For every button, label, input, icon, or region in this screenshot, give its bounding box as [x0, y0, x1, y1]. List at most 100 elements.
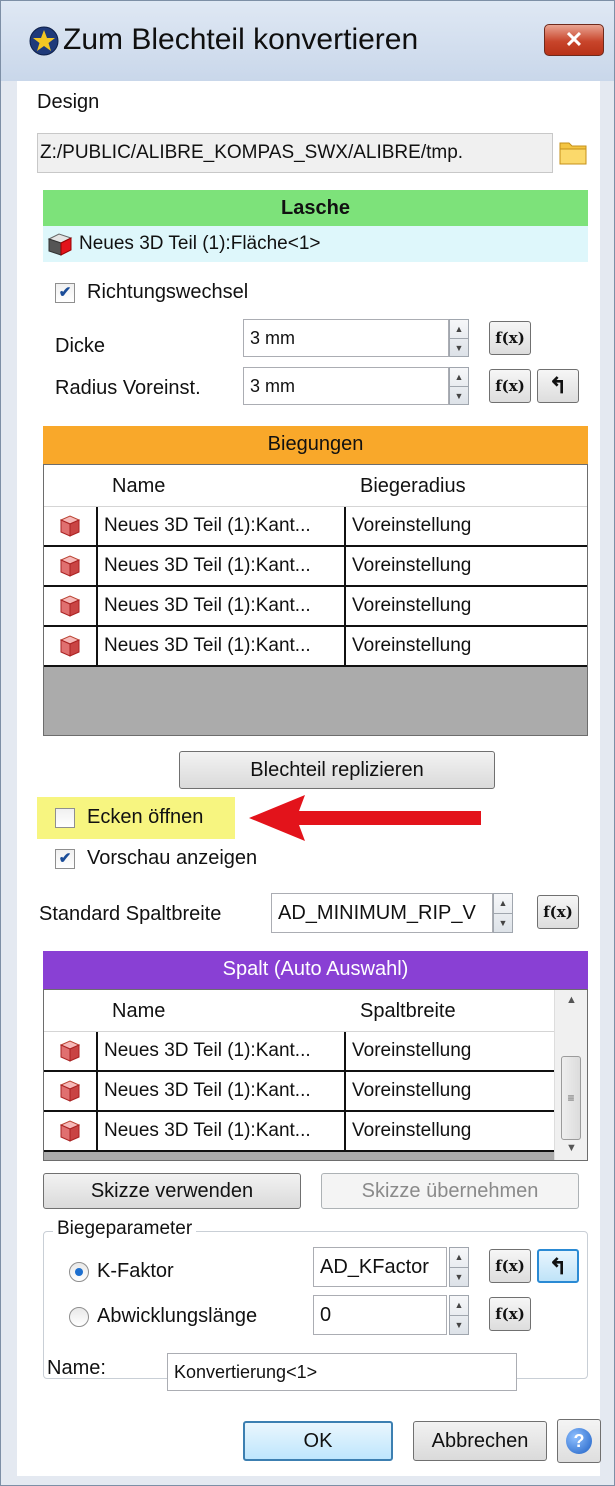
row-spaltbreite: Voreinstellung [352, 1120, 472, 1141]
edge-cube-icon [60, 1080, 80, 1102]
biegungen-header: Biegungen [43, 426, 588, 464]
folder-icon[interactable] [559, 139, 587, 165]
row-name: Neues 3D Teil (1):Kant... [96, 547, 346, 585]
abwicklungslaenge-label: Abwicklungslänge [97, 1305, 258, 1327]
ecken-oeffnen-checkbox[interactable] [55, 808, 75, 828]
spalt-table: Name Spaltbreite Neues 3D Teil (1):Kant.… [43, 989, 588, 1161]
kfaktor-radio[interactable] [69, 1262, 89, 1282]
row-biegeradius: Voreinstellung [352, 635, 472, 656]
reset-arrow-icon: ↰ [548, 373, 568, 398]
red-arrow-annotation [249, 795, 481, 841]
edge-cube-icon [60, 635, 80, 657]
row-spaltbreite: Voreinstellung [352, 1080, 472, 1101]
skizze-uebernehmen-button[interactable]: Skizze übernehmen [321, 1173, 579, 1209]
table-row[interactable]: Neues 3D Teil (1):Kant... Voreinstellung [44, 627, 587, 667]
table-row[interactable]: Neues 3D Teil (1):Kant... Voreinstellung [44, 1032, 554, 1072]
edge-cube-icon [60, 515, 80, 537]
abwicklungslaenge-formula-button[interactable]: f(x) [489, 1297, 531, 1331]
kfaktor-label: K-Faktor [97, 1260, 174, 1282]
row-biegeradius: Voreinstellung [352, 515, 472, 536]
column-spaltbreite-header[interactable]: Spaltbreite [346, 990, 554, 1031]
title-bar: Zum Blechteil konvertieren ✕ [1, 1, 614, 81]
dialog-window: Zum Blechteil konvertieren ✕ Design Z:/P… [0, 0, 615, 1486]
biegungen-table-header: Name Biegeradius [44, 465, 587, 507]
table-row[interactable]: Neues 3D Teil (1):Kant... Voreinstellung [44, 507, 587, 547]
name-label: Name: [47, 1357, 106, 1379]
spaltbreite-spinner[interactable]: ▲ ▼ [493, 893, 513, 933]
kfaktor-spinner[interactable]: ▲ ▼ [449, 1247, 469, 1287]
design-path-field[interactable]: Z:/PUBLIC/ALIBRE_KOMPAS_SWX/ALIBRE/tmp. [37, 133, 553, 173]
column-icon-header [44, 990, 96, 1031]
row-name: Neues 3D Teil (1):Kant... [96, 507, 346, 545]
lasche-header: Lasche [43, 190, 588, 226]
row-biegeradius: Voreinstellung [352, 595, 472, 616]
row-name: Neues 3D Teil (1):Kant... [96, 627, 346, 665]
table-row[interactable]: Neues 3D Teil (1):Kant... Voreinstellung [44, 1112, 554, 1152]
biegungen-table: Name Biegeradius Neues 3D Teil (1):Kant.… [43, 464, 588, 736]
row-biegeradius: Voreinstellung [352, 555, 472, 576]
dicke-input[interactable]: 3 mm [243, 319, 449, 357]
biegeparameter-legend: Biegeparameter [53, 1218, 197, 1240]
radius-reset-button[interactable]: ↰ [537, 369, 579, 403]
spalt-scrollbar[interactable]: ▲ ≡ ▼ [554, 990, 587, 1160]
table-row[interactable]: Neues 3D Teil (1):Kant... Voreinstellung [44, 547, 587, 587]
kfaktor-reset-button[interactable]: ↰ [537, 1249, 579, 1283]
app-logo-icon [29, 26, 59, 56]
help-button[interactable]: ? [557, 1419, 601, 1463]
vorschau-anzeigen-checkbox[interactable]: ✔ [55, 849, 75, 869]
cancel-button[interactable]: Abbrechen [413, 1421, 547, 1461]
kfaktor-input[interactable]: AD_KFactor [313, 1247, 447, 1287]
abwicklungslaenge-radio[interactable] [69, 1307, 89, 1327]
ecken-oeffnen-label: Ecken öffnen [87, 806, 204, 828]
dicke-spinner[interactable]: ▲ ▼ [449, 319, 469, 357]
table-row[interactable]: Neues 3D Teil (1):Kant... Voreinstellung [44, 587, 587, 627]
table-row[interactable]: Neues 3D Teil (1):Kant... Voreinstellung [44, 1072, 554, 1112]
row-name: Neues 3D Teil (1):Kant... [96, 1112, 346, 1150]
vorschau-anzeigen-label: Vorschau anzeigen [87, 847, 258, 869]
dicke-formula-button[interactable]: f(x) [489, 321, 531, 355]
row-name: Neues 3D Teil (1):Kant... [96, 1072, 346, 1110]
spaltbreite-formula-button[interactable]: f(x) [537, 895, 579, 929]
column-name-header[interactable]: Name [96, 990, 346, 1031]
name-input[interactable]: Konvertierung<1> [167, 1353, 517, 1391]
spalt-header: Spalt (Auto Auswahl) [43, 951, 588, 989]
spaltbreite-input[interactable]: AD_MINIMUM_RIP_V [271, 893, 493, 933]
row-name: Neues 3D Teil (1):Kant... [96, 587, 346, 625]
lasche-selection-text: Neues 3D Teil (1):Fläche<1> [79, 233, 321, 254]
edge-cube-icon [60, 595, 80, 617]
row-name: Neues 3D Teil (1):Kant... [96, 1032, 346, 1070]
abwicklungslaenge-input[interactable]: 0 [313, 1295, 447, 1335]
row-spaltbreite: Voreinstellung [352, 1040, 472, 1061]
kfaktor-formula-button[interactable]: f(x) [489, 1249, 531, 1283]
spalt-table-header: Name Spaltbreite [44, 990, 554, 1032]
part-cube-icon [47, 233, 73, 256]
abwicklungslaenge-spinner[interactable]: ▲ ▼ [449, 1295, 469, 1335]
scroll-down-icon[interactable]: ▼ [555, 1142, 587, 1158]
edge-cube-icon [60, 1040, 80, 1062]
column-name-header[interactable]: Name [96, 465, 346, 506]
skizze-verwenden-button[interactable]: Skizze verwenden [43, 1173, 301, 1209]
radius-label: Radius Voreinst. [55, 377, 201, 399]
edge-cube-icon [60, 1120, 80, 1142]
radius-input[interactable]: 3 mm [243, 367, 449, 405]
edge-cube-icon [60, 555, 80, 577]
close-button[interactable]: ✕ [544, 24, 604, 56]
richtungswechsel-checkbox[interactable]: ✔ [55, 283, 75, 303]
help-icon: ? [566, 1428, 592, 1454]
scroll-thumb[interactable]: ≡ [561, 1056, 581, 1140]
scroll-up-icon[interactable]: ▲ [555, 994, 587, 1014]
reset-arrow-icon: ↰ [548, 1254, 568, 1279]
dicke-label: Dicke [55, 335, 106, 357]
lasche-selection[interactable]: Neues 3D Teil (1):Fläche<1> [43, 226, 588, 262]
design-label: Design [37, 91, 100, 113]
spaltbreite-label: Standard Spaltbreite [39, 903, 222, 925]
radius-formula-button[interactable]: f(x) [489, 369, 531, 403]
column-biegeradius-header[interactable]: Biegeradius [346, 465, 587, 506]
richtungswechsel-label: Richtungswechsel [87, 281, 249, 303]
dialog-content: Design Z:/PUBLIC/ALIBRE_KOMPAS_SWX/ALIBR… [17, 81, 601, 1476]
window-title: Zum Blechteil konvertieren [63, 23, 419, 56]
radius-spinner[interactable]: ▲ ▼ [449, 367, 469, 405]
ok-button[interactable]: OK [243, 1421, 393, 1461]
blechteil-replizieren-button[interactable]: Blechteil replizieren [179, 751, 495, 789]
column-icon-header [44, 465, 96, 506]
